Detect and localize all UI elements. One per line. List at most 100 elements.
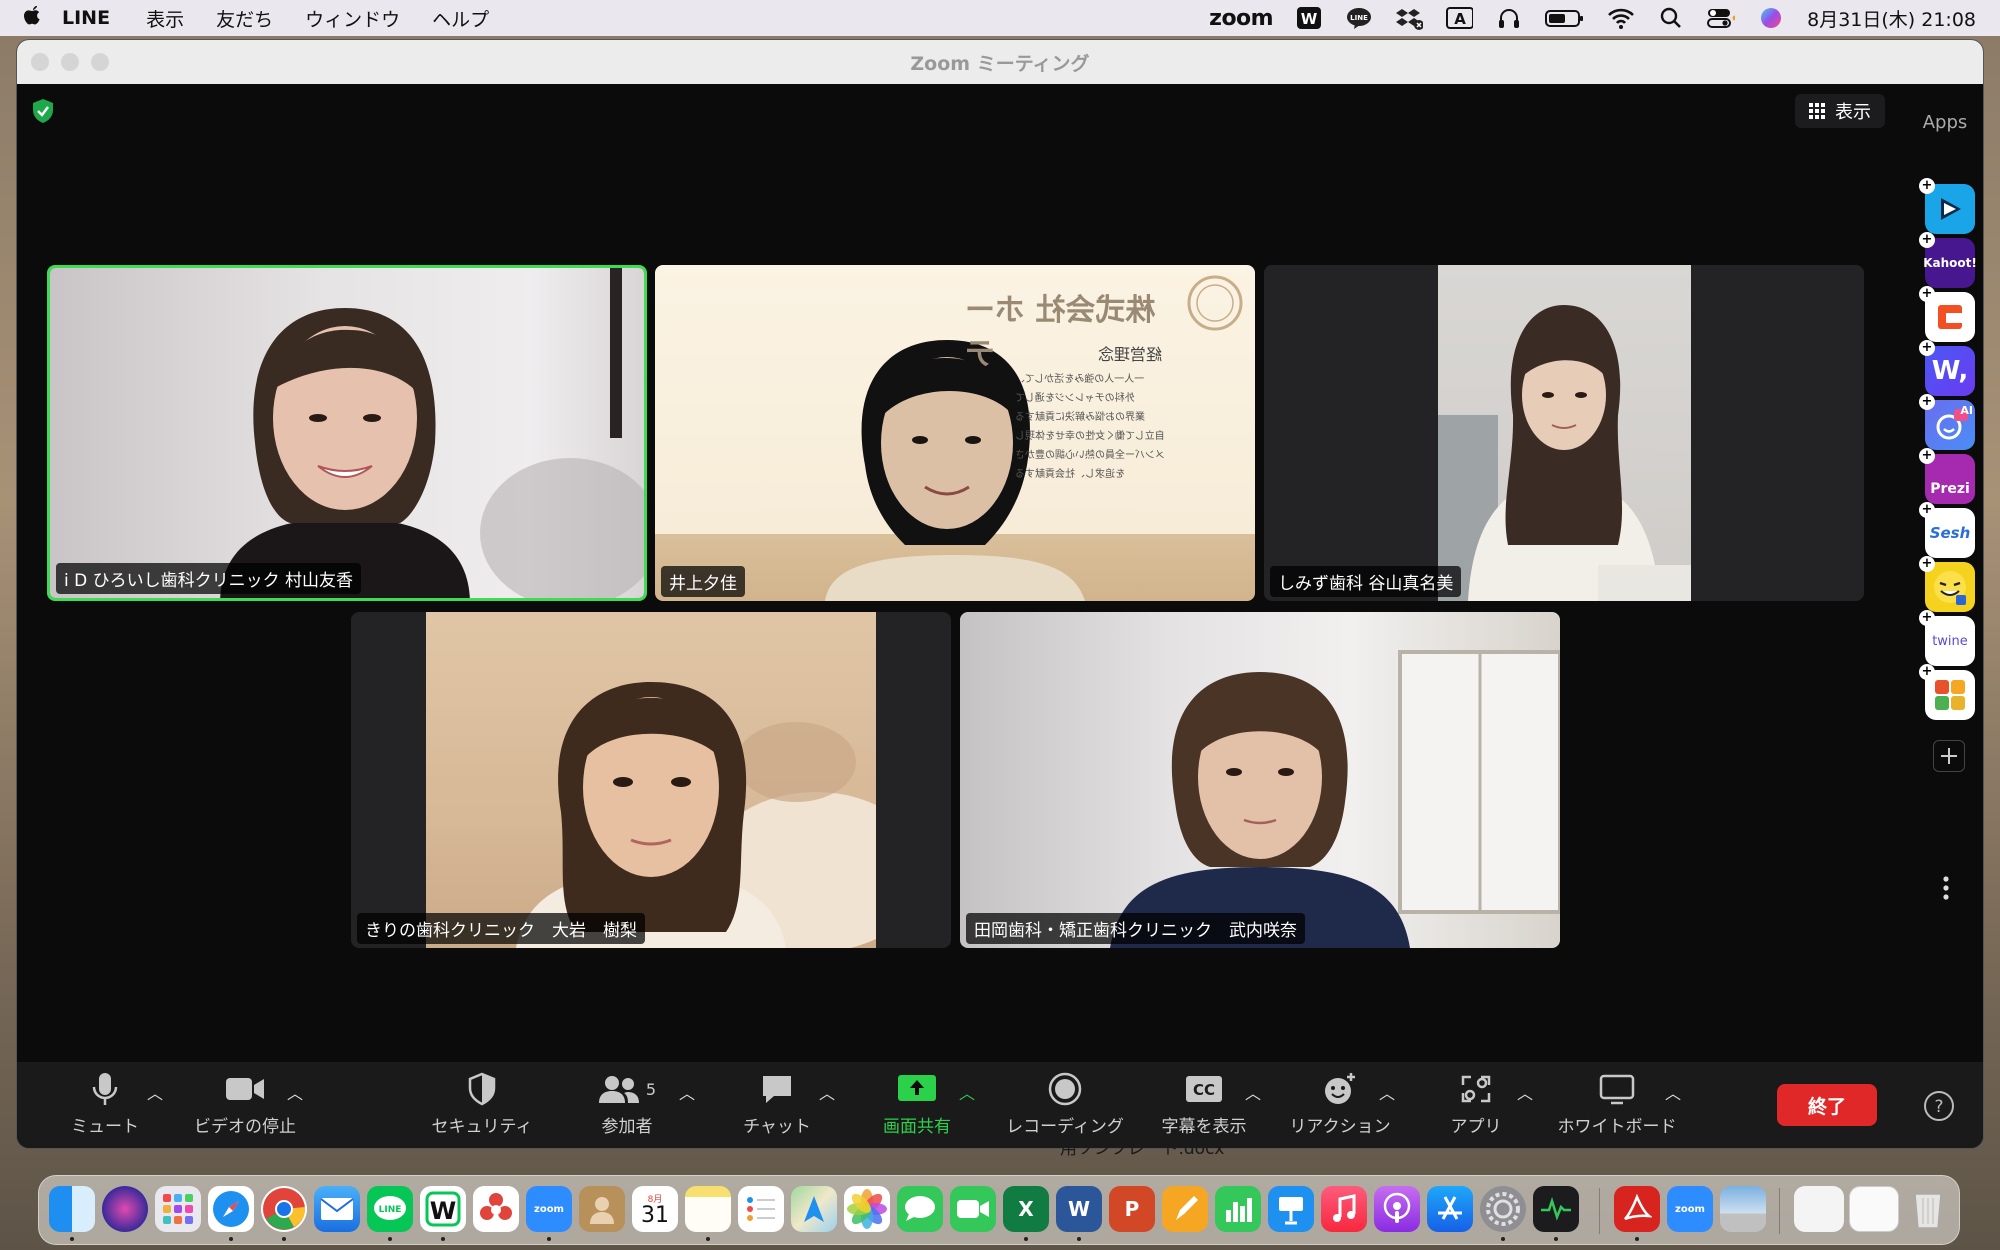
clock[interactable]: 8月31日(木) 21:08 bbox=[1807, 5, 1976, 32]
safari-icon[interactable] bbox=[208, 1186, 254, 1232]
desktop-file-label[interactable]: 用ソンフレート.docx bbox=[1060, 1134, 1225, 1159]
end-meeting-button[interactable]: 終了 bbox=[1777, 1084, 1877, 1126]
participants-button[interactable]: 5 参加者 bbox=[557, 1070, 697, 1137]
reminders-icon[interactable] bbox=[738, 1186, 784, 1232]
zoom-app-icon[interactable]: zoom bbox=[526, 1186, 572, 1232]
app-tile-prezi[interactable]: + Prezi bbox=[1919, 448, 1975, 504]
dropbox-status-icon[interactable] bbox=[1395, 6, 1424, 30]
calendar-icon[interactable]: 8月 31 bbox=[632, 1186, 678, 1232]
launchpad-icon[interactable] bbox=[155, 1186, 201, 1232]
maps-icon[interactable] bbox=[791, 1186, 837, 1232]
menu-window[interactable]: ウィンドウ bbox=[305, 5, 400, 32]
view-button[interactable]: 表示 bbox=[1795, 94, 1885, 128]
video-tile[interactable]: 田岡歯科・矯正歯科クリニック 武内咲奈 bbox=[960, 612, 1560, 948]
app-tile-twine[interactable]: + twine bbox=[1919, 610, 1975, 666]
add-app-icon[interactable]: + bbox=[1919, 448, 1935, 464]
apple-menu-icon[interactable] bbox=[22, 4, 62, 32]
powerpoint-icon[interactable]: P bbox=[1109, 1186, 1155, 1232]
control-center-icon[interactable] bbox=[1707, 6, 1736, 30]
app-tile-kahoot[interactable]: + Kahoot! bbox=[1919, 232, 1977, 288]
help-icon[interactable]: ? bbox=[1923, 1090, 1955, 1126]
audio-options-caret[interactable]: ︿ bbox=[147, 1080, 163, 1104]
encryption-shield-icon[interactable] bbox=[31, 98, 55, 124]
search-icon[interactable] bbox=[1657, 6, 1685, 30]
headphones-icon[interactable] bbox=[1495, 6, 1523, 30]
video-tile[interactable]: 株式会社 ホーテ 経営理念 一人一人の強みを活かして、 外科のチャレンジを通して… bbox=[655, 265, 1255, 601]
preview-icon[interactable] bbox=[1720, 1186, 1766, 1232]
acrobat-icon[interactable] bbox=[1614, 1186, 1660, 1232]
add-app-icon[interactable]: + bbox=[1919, 340, 1935, 356]
notes-icon[interactable] bbox=[685, 1186, 731, 1232]
video-tile[interactable]: きりの歯科クリニック 大岩 樹梨 bbox=[351, 612, 951, 948]
system-settings-icon[interactable] bbox=[1480, 1186, 1526, 1232]
siri-app-icon[interactable] bbox=[102, 1186, 148, 1232]
w-app-icon[interactable]: W bbox=[420, 1186, 466, 1232]
app-tile-blocks[interactable]: + bbox=[1919, 664, 1975, 720]
add-app-icon[interactable]: + bbox=[1919, 394, 1935, 410]
menu-friends[interactable]: 友だち bbox=[216, 5, 273, 32]
trash-icon[interactable] bbox=[1905, 1186, 1951, 1232]
line-app-icon[interactable]: LINE bbox=[367, 1186, 413, 1232]
close-window-button[interactable] bbox=[31, 53, 49, 71]
facetime-icon[interactable] bbox=[950, 1186, 996, 1232]
app-tile-emoji[interactable]: + bbox=[1919, 556, 1975, 612]
captions-options-caret[interactable]: ︿ bbox=[1245, 1080, 1261, 1104]
reactions-options-caret[interactable]: ︿ bbox=[1379, 1080, 1395, 1104]
chrome-icon[interactable] bbox=[261, 1186, 307, 1232]
app-tile-sesh[interactable]: + Sesh bbox=[1919, 502, 1975, 558]
zoom-dock-icon[interactable]: zoom bbox=[1667, 1186, 1713, 1232]
video-tile[interactable]: i D ひろいし歯科クリニック 村山友香 bbox=[47, 265, 647, 601]
wifi-icon[interactable] bbox=[1607, 6, 1635, 30]
menu-view[interactable]: 表示 bbox=[146, 5, 184, 32]
app-tile-3[interactable]: + bbox=[1919, 286, 1975, 342]
finder-icon[interactable] bbox=[49, 1186, 95, 1232]
app-menu-line[interactable]: LINE bbox=[62, 7, 110, 29]
whiteboard-options-caret[interactable]: ︿ bbox=[1665, 1080, 1681, 1104]
excel-icon[interactable]: X bbox=[1003, 1186, 1049, 1232]
security-button[interactable]: セキュリティ bbox=[412, 1070, 552, 1137]
zoom-window-button[interactable] bbox=[91, 53, 109, 71]
apps-options-caret[interactable]: ︿ bbox=[1517, 1080, 1533, 1104]
siri-icon[interactable] bbox=[1757, 6, 1785, 30]
contacts-icon[interactable] bbox=[579, 1186, 625, 1232]
video-tile[interactable]: しみず歯科 谷山真名美 bbox=[1264, 265, 1864, 601]
add-app-button[interactable] bbox=[1933, 740, 1965, 772]
participants-options-caret[interactable]: ︿ bbox=[679, 1080, 695, 1104]
minimize-window-button[interactable] bbox=[61, 53, 79, 71]
menu-help[interactable]: ヘルプ bbox=[432, 5, 489, 32]
battery-icon[interactable] bbox=[1545, 6, 1585, 30]
music-icon[interactable] bbox=[1321, 1186, 1367, 1232]
photos-icon[interactable] bbox=[844, 1186, 890, 1232]
app-tile-1[interactable]: + bbox=[1919, 178, 1975, 234]
video-options-caret[interactable]: ︿ bbox=[287, 1080, 303, 1104]
app-tile-w[interactable]: + W, bbox=[1919, 340, 1975, 396]
add-app-icon[interactable]: + bbox=[1919, 232, 1935, 248]
share-options-caret[interactable]: ︿ bbox=[959, 1080, 975, 1104]
activity-monitor-icon[interactable] bbox=[1533, 1186, 1579, 1232]
podcasts-icon[interactable] bbox=[1374, 1186, 1420, 1232]
mail-icon[interactable] bbox=[314, 1186, 360, 1232]
input-method-icon[interactable]: A bbox=[1445, 6, 1474, 30]
add-app-icon[interactable]: + bbox=[1919, 502, 1935, 518]
record-button[interactable]: レコーディング bbox=[990, 1070, 1140, 1137]
keynote-icon[interactable] bbox=[1268, 1186, 1314, 1232]
flower-app-icon[interactable] bbox=[473, 1186, 519, 1232]
word-icon[interactable]: W bbox=[1056, 1186, 1102, 1232]
numbers-icon[interactable] bbox=[1215, 1186, 1261, 1232]
add-app-icon[interactable]: + bbox=[1919, 556, 1935, 572]
add-app-icon[interactable]: + bbox=[1919, 664, 1935, 680]
recent-document-thumbnail[interactable] bbox=[1794, 1186, 1844, 1232]
recent-window-thumbnail[interactable] bbox=[1849, 1186, 1899, 1232]
pages-icon[interactable] bbox=[1162, 1186, 1208, 1232]
zoom-status-item[interactable]: zoom bbox=[1209, 6, 1273, 31]
add-app-icon[interactable]: + bbox=[1919, 610, 1935, 626]
line-status-icon[interactable]: LINE bbox=[1345, 6, 1373, 30]
messages-icon[interactable] bbox=[897, 1186, 943, 1232]
more-options-icon[interactable] bbox=[1943, 876, 1949, 904]
word-status-icon[interactable]: W bbox=[1295, 6, 1323, 30]
chat-options-caret[interactable]: ︿ bbox=[819, 1080, 835, 1104]
add-app-icon[interactable]: + bbox=[1919, 286, 1935, 302]
app-tile-ai[interactable]: + AI bbox=[1919, 394, 1975, 450]
add-app-icon[interactable]: + bbox=[1919, 178, 1935, 194]
app-store-icon[interactable] bbox=[1427, 1186, 1473, 1232]
